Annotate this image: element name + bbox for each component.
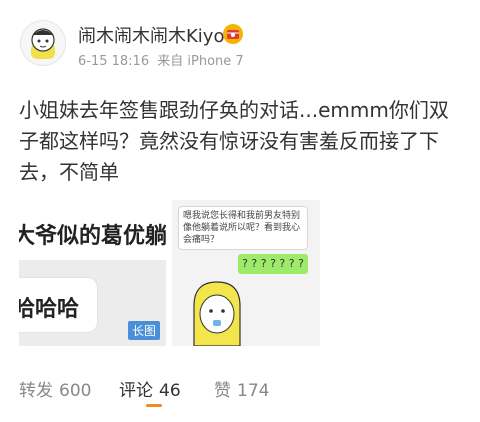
post-source: 来自 iPhone 7 (157, 54, 244, 69)
cartoon-character-icon (193, 281, 241, 346)
image-thumbnail-left[interactable]: 大爷似的葛优躺 哈哈哈 长图 (19, 200, 166, 346)
image-caption-2: 哈哈哈 (19, 297, 80, 322)
post-text: 小姐妹去年签售跟劲仔奂的对话...emmm你们双子都这样吗？竟然没有惊讶没有害羞… (19, 98, 449, 184)
image-caption-1: 大爷似的葛优躺 (19, 224, 166, 249)
forward-label: 转发 (19, 381, 53, 401)
post-meta: 6-15 18:16 来自 iPhone 7 (78, 50, 248, 69)
post-actions: 转发 600 评论 46 赞 174 (0, 368, 480, 408)
forward-count: 600 (59, 381, 92, 401)
long-image-badge: 长图 (127, 321, 160, 340)
image-thumbnail-right[interactable]: 嗯我说您长得和我前男友特别像他躺着说所以呢？看到我心会痛吗？ ? ? ? ? ?… (172, 200, 320, 346)
cartoon-avatar-icon (31, 28, 55, 59)
forward-button[interactable]: 转发 600 (19, 376, 91, 401)
username[interactable]: 闹木闹木闹木Kiyo (78, 22, 224, 48)
like-button[interactable]: 赞 174 (214, 376, 269, 401)
reply-bubble: ? ? ? ? ? ? ? (238, 254, 308, 274)
chat-bubble: 嗯我说您长得和我前男友特别像他躺着说所以呢？看到我心会痛吗？ (178, 206, 308, 250)
comment-count: 46 (159, 381, 181, 401)
like-count: 174 (237, 381, 270, 401)
weibo-post: 闹木闹木闹木Kiyo 6-15 18:16 来自 iPhone 7 小姐妹去年签… (0, 0, 480, 422)
active-tab-indicator (146, 404, 162, 407)
comment-button[interactable]: 评论 46 (119, 376, 181, 401)
post-time: 6-15 18:16 (78, 54, 150, 69)
avatar[interactable] (20, 20, 66, 66)
vip-badge-icon[interactable] (222, 23, 244, 45)
comment-label: 评论 (119, 381, 153, 401)
like-label: 赞 (214, 381, 231, 401)
